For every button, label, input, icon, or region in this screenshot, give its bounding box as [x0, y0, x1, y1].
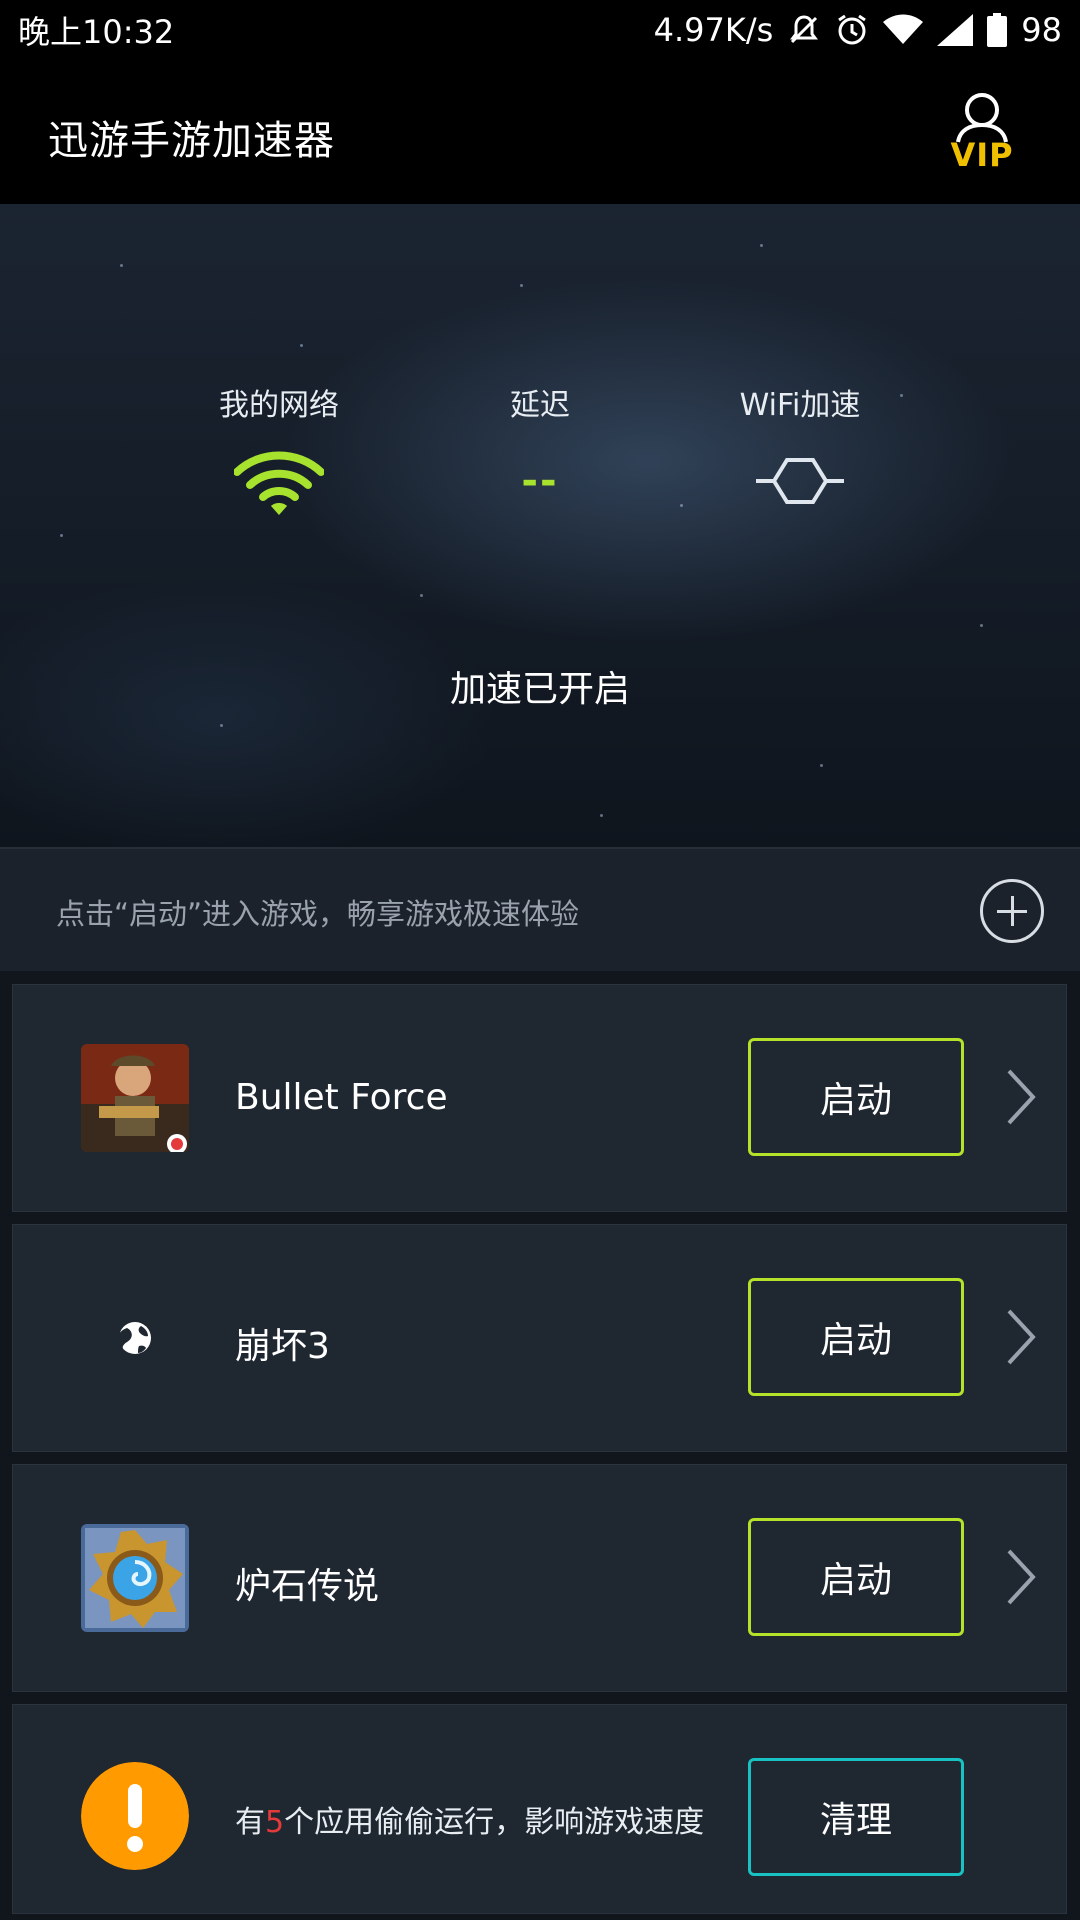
game-name: 崩坏3: [235, 1326, 330, 1367]
warning-suffix: 个应用偷偷运行，影响游戏速度: [284, 1805, 705, 1840]
add-game-button[interactable]: [980, 879, 1044, 943]
status-bar: 晚上10:32 4.97K/s 98: [0, 0, 1080, 60]
wifi-icon: [883, 14, 924, 46]
chevron-right-icon[interactable]: [1001, 1065, 1041, 1129]
background-apps-warning: 有5个应用偷偷运行，影响游戏速度 清理: [12, 1704, 1067, 1914]
hexagon-link-icon: [690, 446, 910, 516]
hearthstone-icon: [81, 1524, 189, 1632]
launch-button[interactable]: 启动: [748, 1038, 964, 1156]
mute-icon: [787, 13, 821, 47]
warning-text: 有5个应用偷偷运行，影响游戏速度: [235, 1797, 704, 1841]
status-time: 晚上10:32: [18, 13, 175, 51]
app-bar: 迅游手游加速器 VIP: [0, 60, 1080, 204]
vip-button[interactable]: VIP: [934, 92, 1030, 176]
chevron-right-icon[interactable]: [1001, 1305, 1041, 1369]
launch-button[interactable]: 启动: [748, 1278, 964, 1396]
network-speed: 4.97K/s: [653, 11, 774, 49]
alarm-icon: [835, 13, 869, 47]
metric-label: WiFi加速: [739, 388, 861, 423]
app-title: 迅游手游加速器: [48, 118, 335, 164]
game-card[interactable]: 崩坏3 启动: [12, 1224, 1067, 1452]
game-name: 炉石传说: [235, 1566, 380, 1607]
globe-icon: [81, 1284, 189, 1392]
metric-wifi-acceleration[interactable]: WiFi加速: [690, 380, 910, 516]
signal-icon: [937, 14, 974, 46]
game-card[interactable]: 炉石传说 启动: [12, 1464, 1067, 1692]
vip-label: VIP: [950, 136, 1014, 174]
acceleration-status: 加速已开启: [449, 669, 630, 710]
game-name: Bullet Force: [235, 1077, 448, 1118]
latency-value: --: [521, 458, 559, 504]
metric-my-network: 我的网络: [169, 380, 389, 516]
game-card[interactable]: Bullet Force 启动: [12, 984, 1067, 1212]
metric-label: 延迟: [510, 388, 570, 423]
hint-bar: 点击“启动”进入游戏，畅享游戏极速体验: [0, 847, 1080, 971]
battery-level: 98: [1021, 11, 1062, 49]
launch-button[interactable]: 启动: [748, 1518, 964, 1636]
warning-prefix: 有: [235, 1805, 265, 1840]
clean-button[interactable]: 清理: [748, 1758, 964, 1876]
battery-icon: [987, 13, 1008, 47]
bullet-force-icon: [81, 1044, 189, 1152]
metric-latency: 延迟 --: [430, 380, 650, 516]
warning-icon: [81, 1762, 189, 1870]
warning-count: 5: [265, 1805, 285, 1840]
acceleration-panel: 我的网络 延迟 -- WiFi加速 加速已开启: [0, 204, 1080, 847]
status-right: 4.97K/s 98: [654, 11, 1062, 49]
metric-label: 我的网络: [219, 388, 339, 423]
wifi-icon: [169, 446, 389, 516]
chevron-right-icon[interactable]: [1001, 1545, 1041, 1609]
hint-text: 点击“启动”进入游戏，畅享游戏极速体验: [56, 897, 580, 931]
